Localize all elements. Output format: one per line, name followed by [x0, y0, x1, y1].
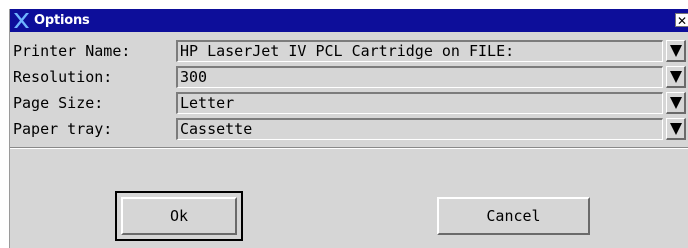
dialog-title: Options [34, 13, 90, 28]
resolution-row: Resolution: 300 [10, 65, 688, 89]
triangle-down-icon [670, 71, 682, 83]
page-size-value: Letter [180, 94, 235, 112]
paper-tray-label: Paper tray: [13, 120, 113, 138]
resolution-label: Resolution: [13, 68, 113, 86]
printer-name-label: Printer Name: [13, 42, 131, 60]
resolution-dropdown-button[interactable] [666, 66, 686, 88]
options-dialog: Options ✕ Printer Name: HP LaserJet IV P… [9, 9, 688, 248]
printer-name-field[interactable]: HP LaserJet IV PCL Cartridge on FILE: [176, 40, 663, 62]
triangle-down-icon [670, 97, 682, 109]
triangle-down-icon [670, 45, 682, 57]
printer-name-dropdown-button[interactable] [666, 40, 686, 62]
resolution-field[interactable]: 300 [176, 66, 663, 88]
ok-button[interactable]: Ok [121, 197, 237, 235]
printer-name-value: HP LaserJet IV PCL Cartridge on FILE: [180, 42, 515, 60]
title-bar[interactable]: Options ✕ [10, 9, 688, 32]
resolution-value: 300 [180, 68, 208, 86]
paper-tray-field[interactable]: Cassette [176, 118, 663, 140]
triangle-down-icon [670, 123, 682, 135]
paper-tray-row: Paper tray: Cassette [10, 117, 688, 141]
separator [10, 147, 688, 149]
page-size-field[interactable]: Letter [176, 92, 663, 114]
printer-name-row: Printer Name: HP LaserJet IV PCL Cartrid… [10, 39, 688, 63]
paper-tray-value: Cassette [180, 120, 253, 138]
cancel-button[interactable]: Cancel [437, 197, 590, 235]
paper-tray-dropdown-button[interactable] [666, 118, 686, 140]
x-logo-icon [14, 13, 29, 28]
page-size-label: Page Size: [13, 94, 104, 112]
close-icon[interactable]: ✕ [675, 13, 688, 28]
page-size-row: Page Size: Letter [10, 91, 688, 115]
page-size-dropdown-button[interactable] [666, 92, 686, 114]
